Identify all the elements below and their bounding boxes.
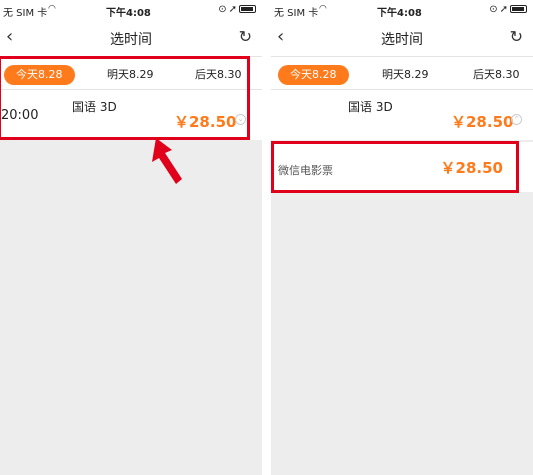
- status-time: 下午4:08: [106, 8, 151, 19]
- battery-icon: [239, 5, 256, 13]
- rotation-lock-icon: ⊙: [489, 4, 500, 15]
- location-icon: ➚: [499, 4, 510, 15]
- refresh-icon[interactable]: ↻: [239, 27, 252, 46]
- date-tabs: 今天8.28 明天8.29 后天8.30: [271, 56, 533, 90]
- status-bar: 无 SIM 卡 ◠ 下午4:08 ⊙➚: [0, 0, 262, 20]
- red-arrow-icon: [152, 138, 182, 184]
- status-icons: ⊙➚: [489, 4, 527, 15]
- status-icons: ⊙➚: [218, 4, 256, 15]
- highlight-box-channel: [271, 141, 519, 193]
- rotation-lock-icon: ⊙: [218, 4, 229, 15]
- location-icon: ➚: [228, 4, 239, 15]
- nav-bar: ‹ 选时间 ↻: [271, 20, 533, 56]
- carrier-label: 无 SIM 卡: [3, 8, 48, 19]
- date-tab-today[interactable]: 今天8.28: [278, 65, 349, 85]
- status-time: 下午4:08: [377, 8, 422, 19]
- refresh-icon[interactable]: ↻: [510, 27, 523, 46]
- page-title: 选时间: [381, 32, 423, 48]
- screen-divider: [262, 0, 271, 475]
- show-language: 国语 3D: [348, 100, 393, 114]
- battery-icon: [510, 5, 527, 13]
- showtime-row[interactable]: 国语 3D ￥28.50 ⌃: [271, 90, 533, 140]
- collapse-icon[interactable]: ⌃: [511, 114, 522, 125]
- wifi-icon: ◠: [48, 4, 56, 14]
- date-tab-day-after[interactable]: 后天8.30: [473, 65, 520, 85]
- right-phone-screen: 无 SIM 卡 ◠ 下午4:08 ⊙➚ ‹ 选时间 ↻ 今天8.28 明天8.2…: [271, 0, 533, 475]
- show-price: ￥28.50: [451, 113, 514, 131]
- date-tab-tomorrow[interactable]: 明天8.29: [382, 65, 429, 85]
- page-title: 选时间: [110, 32, 152, 48]
- nav-bar: ‹ 选时间 ↻: [0, 20, 262, 56]
- wifi-icon: ◠: [319, 4, 327, 14]
- carrier-label: 无 SIM 卡: [274, 8, 319, 19]
- left-phone-screen: 无 SIM 卡 ◠ 下午4:08 ⊙➚ ‹ 选时间 ↻ 今天8.28 明天8.2…: [0, 0, 262, 475]
- highlight-box-showtime: [0, 56, 250, 140]
- status-bar: 无 SIM 卡 ◠ 下午4:08 ⊙➚: [271, 0, 533, 20]
